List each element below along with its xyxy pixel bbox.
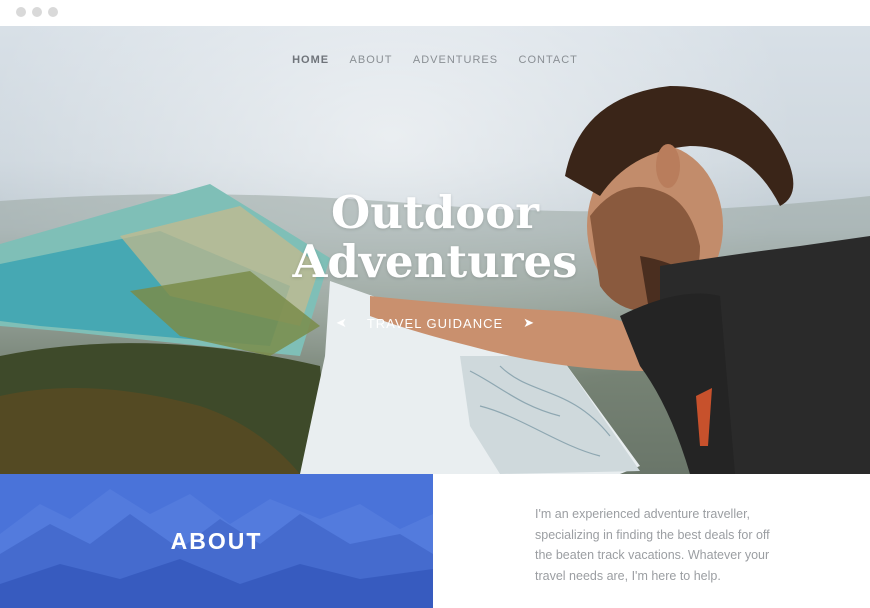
nav-about[interactable]: ABOUT [350, 54, 393, 66]
about-panel: ABOUT [0, 474, 433, 608]
hero-tagline: ➤ TRAVEL GUIDANCE ➤ [335, 313, 535, 333]
hero-title-line-2: Adventures [292, 235, 578, 288]
hero-title-line-1: Outdoor [331, 186, 539, 239]
hero-section: HOME ABOUT ADVENTURES CONTACT Outdoor Ad… [0, 26, 870, 474]
nav-home[interactable]: HOME [292, 54, 329, 66]
arrow-right-icon: ➤ [523, 315, 535, 330]
tagline-text: TRAVEL GUIDANCE [366, 315, 504, 331]
nav-contact[interactable]: CONTACT [519, 54, 578, 66]
browser-bar [0, 0, 870, 26]
window-dot-icon [32, 7, 42, 17]
top-nav: HOME ABOUT ADVENTURES CONTACT [0, 50, 870, 68]
arrow-left-icon: ➤ [335, 315, 347, 330]
nav-adventures[interactable]: ADVENTURES [413, 54, 498, 66]
hero-title: Outdoor Adventures [235, 188, 635, 286]
window-dot-icon [48, 7, 58, 17]
about-heading: ABOUT [170, 528, 263, 554]
window-dot-icon [16, 7, 26, 17]
about-description: I'm an experienced adventure traveller, … [535, 507, 770, 583]
